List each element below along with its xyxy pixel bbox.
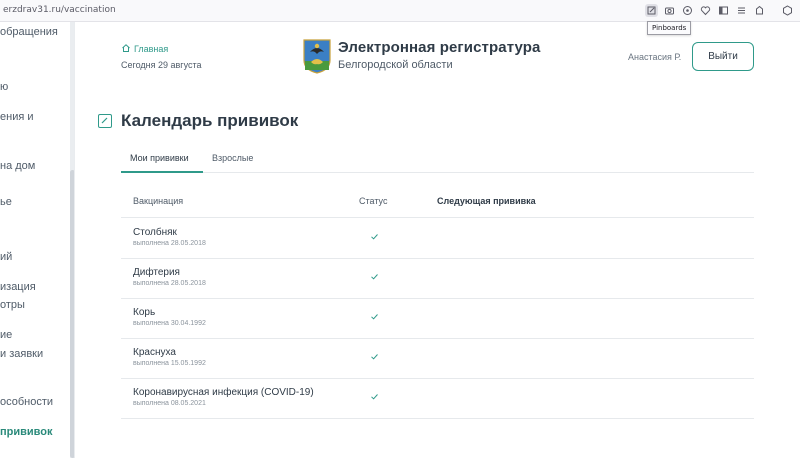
table-row[interactable]: Дифтерия выполнена 28.05.2018 xyxy=(121,259,754,299)
home-link-label: Главная xyxy=(134,44,169,54)
reader-icon[interactable] xyxy=(717,4,730,17)
check-icon xyxy=(370,352,379,361)
vaccine-name: Краснуха xyxy=(133,347,176,358)
sidebar-item-7[interactable]: отры xyxy=(0,299,25,311)
check-icon xyxy=(370,392,379,401)
vaccine-date: выполнена 30.04.1992 xyxy=(133,320,206,327)
table-header: Вакцинация Статус Следующая прививка xyxy=(121,183,754,218)
vaccine-name: Дифтерия xyxy=(133,267,180,278)
table-row[interactable]: Коронавирусная инфекция (COVID-19) выпол… xyxy=(121,379,754,419)
belgorod-crest-logo[interactable] xyxy=(302,38,332,75)
list-icon[interactable] xyxy=(735,4,748,17)
check-icon xyxy=(370,312,379,321)
table-row[interactable]: Краснуха выполнена 15.05.1992 xyxy=(121,339,754,379)
browser-toolbar: erzdrav31.ru/vaccination xyxy=(0,0,800,22)
sidebar: обращения ю ения и на дом ье ий изация о… xyxy=(0,22,75,458)
tab-adults[interactable]: Взрослые xyxy=(212,153,253,163)
vaccine-date: выполнена 28.05.2018 xyxy=(133,240,206,247)
tab-my-vaccinations[interactable]: Мои прививки xyxy=(130,153,189,163)
pocket-icon[interactable] xyxy=(781,4,794,17)
check-icon xyxy=(370,272,379,281)
sidebar-item-4[interactable]: ье xyxy=(0,196,12,208)
sidebar-item-disability[interactable]: особности xyxy=(0,396,53,408)
sidebar-item-vaccination[interactable]: прививок xyxy=(0,426,53,438)
column-header-next-vaccination: Следующая прививка xyxy=(437,196,536,206)
page-title: Календарь прививок xyxy=(121,111,299,130)
active-tab-indicator xyxy=(121,171,203,173)
pinboard-icon[interactable] xyxy=(645,4,658,17)
screenshot-icon[interactable] xyxy=(663,4,676,17)
calendar-edit-icon xyxy=(98,114,112,128)
vaccine-date: выполнена 08.05.2021 xyxy=(133,400,206,407)
current-date: Сегодня 29 августа xyxy=(121,60,202,70)
sidebar-scrollbar-thumb[interactable] xyxy=(70,170,74,458)
user-name[interactable]: Анастасия Р. xyxy=(628,52,681,62)
home-icon xyxy=(121,43,131,55)
extension-icon[interactable] xyxy=(681,4,694,17)
brand-subtitle: Белгородской области xyxy=(338,59,453,71)
table-row[interactable]: Корь выполнена 30.04.1992 xyxy=(121,299,754,339)
vaccine-name: Коронавирусная инфекция (COVID-19) xyxy=(133,387,314,398)
sidebar-item-5[interactable]: ий xyxy=(0,251,12,263)
column-header-vaccination: Вакцинация xyxy=(133,196,184,206)
vaccine-name: Столбняк xyxy=(133,227,177,238)
column-header-status: Статус xyxy=(359,196,388,206)
logout-button[interactable]: Выйти xyxy=(692,42,754,71)
table-row[interactable]: Столбняк выполнена 28.05.2018 xyxy=(121,219,754,259)
sidebar-item-8[interactable]: ие xyxy=(0,329,12,341)
vaccine-name: Корь xyxy=(133,307,156,318)
sidebar-item-6[interactable]: изация xyxy=(0,281,36,293)
breadcrumb-home[interactable]: Главная xyxy=(121,43,168,55)
sidebar-item-1[interactable]: ю xyxy=(0,81,8,93)
sidebar-item-2[interactable]: ения и xyxy=(0,111,34,123)
sidebar-item-appeals[interactable]: обращения xyxy=(0,26,58,38)
sidebar-item-requests[interactable]: и заявки xyxy=(0,348,43,360)
address-bar[interactable]: erzdrav31.ru/vaccination xyxy=(3,5,116,15)
vaccine-date: выполнена 15.05.1992 xyxy=(133,360,206,367)
lock-icon[interactable] xyxy=(753,4,766,17)
heart-icon[interactable] xyxy=(699,4,712,17)
brand-title: Электронная регистратура xyxy=(338,39,541,56)
tab-bar: Мои прививки Взрослые xyxy=(121,145,754,173)
tooltip-pinboards: Pinboards xyxy=(647,21,692,35)
sidebar-item-home-visit[interactable]: на дом xyxy=(0,160,35,172)
vaccine-date: выполнена 28.05.2018 xyxy=(133,280,206,287)
check-icon xyxy=(370,232,379,241)
